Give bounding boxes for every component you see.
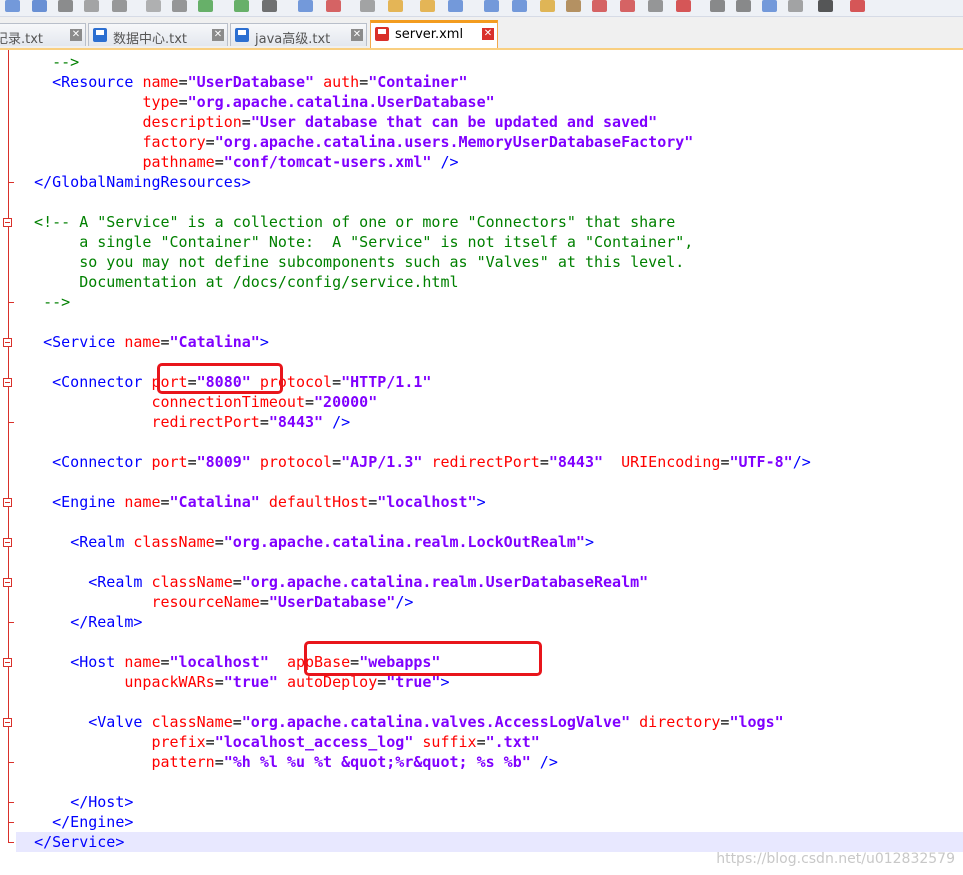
code-line[interactable]: --> [16,52,79,72]
code-line[interactable]: <Realm className="org.apache.catalina.re… [16,532,594,552]
toolbar-icon[interactable] [172,0,187,12]
code-line[interactable]: </Engine> [16,812,133,832]
code-line[interactable]: <Engine name="Catalina" defaultHost="loc… [16,492,486,512]
toolbar-icon[interactable] [850,0,865,12]
code-line[interactable]: factory="org.apache.catalina.users.Memor… [16,132,693,152]
toolbar-icon[interactable] [262,0,277,12]
close-icon[interactable]: ✕ [70,29,82,41]
fold-toggle-icon[interactable] [3,578,12,587]
toolbar-icon[interactable] [84,0,99,12]
tab-data-center[interactable]: 数据中心.txt ✕ [88,23,228,47]
code-line[interactable]: </Host> [16,792,133,812]
code-line[interactable]: pathname="conf/tomcat-users.xml" /> [16,152,458,172]
tab-java-advanced[interactable]: java高级.txt ✕ [230,23,367,47]
code-line[interactable]: resourceName="UserDatabase"/> [16,592,413,612]
toolbar-icon[interactable] [788,0,803,12]
toolbar-icon[interactable] [512,0,527,12]
toolbar-icon[interactable] [58,0,73,12]
code-line[interactable]: Documentation at /docs/config/service.ht… [16,272,458,292]
toolbar-icon[interactable] [566,0,581,12]
fold-end-marker [8,802,14,803]
toolbar-icon[interactable] [420,0,435,12]
save-icon [93,28,107,42]
fold-end-marker [8,822,14,823]
code-line[interactable]: <!-- A "Service" is a collection of one … [16,212,675,232]
toolbar-icon[interactable] [5,0,20,12]
close-icon[interactable]: ✕ [351,29,363,41]
toolbar-icon[interactable] [484,0,499,12]
fold-toggle-icon[interactable] [3,218,12,227]
watermark: https://blog.csdn.net/u012832579 [716,851,955,867]
code-line[interactable]: type="org.apache.catalina.UserDatabase" [16,92,494,112]
fold-toggle-icon[interactable] [3,498,12,507]
tab-bar: 记录.txt ✕ 数据中心.txt ✕ java高级.txt ✕ server.… [0,17,963,50]
code-line[interactable]: connectionTimeout="20000" [16,392,377,412]
fold-toggle-icon[interactable] [3,538,12,547]
fold-end-marker [8,422,14,423]
fold-toggle-icon[interactable] [3,658,12,667]
code-line[interactable]: so you may not define subcomponents such… [16,252,684,272]
toolbar-icon[interactable] [762,0,777,12]
code-line[interactable]: description="User database that can be u… [16,112,657,132]
toolbar-icon[interactable] [298,0,313,12]
toolbar-icon[interactable] [736,0,751,12]
fold-end-marker [8,302,14,303]
code-line[interactable]: redirectPort="8443" /> [16,412,350,432]
tab-label: server.xml [395,27,464,42]
toolbar-icon[interactable] [32,0,47,12]
fold-end-marker [8,622,14,623]
code-line[interactable]: <Connector port="8009" protocol="AJP/1.3… [16,452,811,472]
toolbar-icon[interactable] [710,0,725,12]
close-icon[interactable]: ✕ [212,29,224,41]
fold-end-marker [8,762,14,763]
toolbar-icon[interactable] [592,0,607,12]
code-editor[interactable]: --> <Resource name="UserDatabase" auth="… [0,50,963,875]
toolbar-icon[interactable] [360,0,375,12]
fold-end-marker [8,842,14,843]
code-line[interactable]: </Service> [16,832,963,852]
toolbar-icon[interactable] [648,0,663,12]
fold-toggle-icon[interactable] [3,378,12,387]
fold-toggle-icon[interactable] [3,338,12,347]
tab-label: java高级.txt [255,32,331,47]
save-icon [235,28,249,42]
fold-end-marker [8,182,14,183]
toolbar-icon[interactable] [146,0,161,12]
toolbar-icon[interactable] [448,0,463,12]
save-icon [375,27,389,41]
code-line[interactable]: </Realm> [16,612,142,632]
toolbar-icon[interactable] [326,0,341,12]
code-line[interactable]: <Realm className="org.apache.catalina.re… [16,572,648,592]
toolbar [0,0,963,17]
code-line[interactable]: <Service name="Catalina"> [16,332,269,352]
highlight-port [157,363,283,394]
code-line[interactable]: a single "Container" Note: A "Service" i… [16,232,693,252]
toolbar-icon[interactable] [234,0,249,12]
fold-margin [0,50,15,875]
code-line[interactable]: <Resource name="UserDatabase" auth="Cont… [16,72,467,92]
tab-notes[interactable]: 记录.txt ✕ [0,23,86,47]
tab-label: 记录.txt [0,32,44,47]
toolbar-icon[interactable] [198,0,213,12]
tab-server-xml[interactable]: server.xml ✕ [370,20,498,48]
code-line[interactable]: --> [16,292,70,312]
toolbar-icon[interactable] [818,0,833,12]
toolbar-icon[interactable] [112,0,127,12]
code-line[interactable]: </GlobalNamingResources> [16,172,251,192]
toolbar-icon[interactable] [540,0,555,12]
code-line[interactable]: pattern="%h %l %u %t &quot;%r&quot; %s %… [16,752,557,772]
tab-label: 数据中心.txt [113,32,188,47]
fold-toggle-icon[interactable] [3,718,12,727]
toolbar-icon[interactable] [620,0,635,12]
highlight-appbase [304,641,542,676]
code-line[interactable]: prefix="localhost_access_log" suffix=".t… [16,732,539,752]
code-line[interactable]: <Valve className="org.apache.catalina.va… [16,712,783,732]
toolbar-icon[interactable] [676,0,691,12]
toolbar-icon[interactable] [388,0,403,12]
close-icon[interactable]: ✕ [482,28,494,40]
